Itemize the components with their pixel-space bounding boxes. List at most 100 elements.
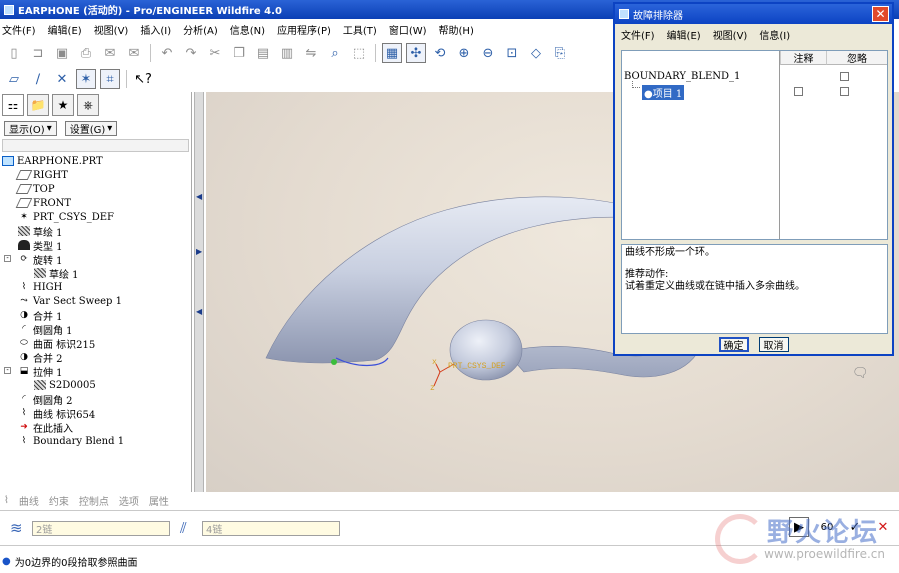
tree-item[interactable]: ⌇ 曲线 标识654 — [0, 406, 190, 421]
connections-tab-icon[interactable]: ⎈ — [77, 94, 99, 116]
ignore-checkbox-parent[interactable] — [840, 72, 849, 81]
zoom-in-icon[interactable]: ⊕ — [454, 43, 474, 63]
refit-icon[interactable]: ⊡ — [502, 43, 522, 63]
datum-csys-tool-icon[interactable]: ✶ — [76, 69, 96, 89]
menu-file[interactable]: 文件(F) — [2, 22, 36, 37]
revolve-icon: ⟳ — [20, 254, 28, 264]
tree-item[interactable]: ⬭ 曲面 标识215 — [0, 336, 190, 351]
tree-item[interactable]: S2D0005 — [0, 378, 190, 392]
panel-splitter[interactable]: ◀ ▶ ◀ — [194, 92, 204, 492]
orient-icon[interactable]: ⟲ — [430, 43, 450, 63]
first-direction-icon: ≋ — [10, 519, 23, 537]
ignore-checkbox-child[interactable] — [840, 87, 849, 96]
new-file-icon[interactable]: ▯ — [4, 43, 24, 63]
dialog-app-icon — [619, 9, 629, 19]
tree-item[interactable]: 草绘 1 — [0, 266, 190, 281]
menu-edit[interactable]: 编辑(E) — [48, 22, 82, 37]
close-icon[interactable]: ✕ — [872, 6, 889, 22]
send-link-icon[interactable]: ✉ — [124, 43, 144, 63]
datum-axis-tool-icon[interactable]: ∕ — [28, 69, 48, 89]
dialog-menu-file[interactable]: 文件(F) — [621, 27, 655, 42]
tree-item[interactable]: 类型 1 — [0, 238, 190, 253]
dash-tab-control-points[interactable]: 控制点 — [79, 493, 109, 508]
saved-views-icon[interactable]: ⎘ — [550, 43, 570, 63]
list-item-child[interactable]: ●项目 1 — [642, 85, 685, 100]
tree-item-label: 倒圆角 1 — [33, 325, 73, 337]
find-icon[interactable]: ⌕ — [325, 43, 345, 63]
tree-item[interactable]: - ⟳ 旋转 1 — [0, 252, 190, 267]
expand-right-icon[interactable]: ▶ — [196, 247, 202, 256]
note-checkbox-child[interactable] — [794, 87, 803, 96]
datum-point-tool-icon[interactable]: ✕ — [52, 69, 72, 89]
collapse-left-icon[interactable]: ◀ — [196, 307, 202, 316]
paste-icon[interactable]: ▤ — [253, 43, 273, 63]
menu-applications[interactable]: 应用程序(P) — [277, 22, 331, 37]
tree-item[interactable]: FRONT — [0, 196, 190, 210]
tree-item[interactable]: ✶ PRT_CSYS_DEF — [0, 210, 190, 224]
expand-toggle-icon[interactable]: - — [4, 367, 11, 374]
troubleshooter-dialog: 故障排除器 ✕ 文件(F) 编辑(E) 视图(V) 信息(I) 注释 忽略 BO… — [613, 2, 894, 356]
favorites-tab-icon[interactable]: ★ — [52, 94, 74, 116]
collapse-left-icon[interactable]: ◀ — [196, 192, 202, 201]
copy-icon[interactable]: ❐ — [229, 43, 249, 63]
settings-dropdown[interactable]: 设置(G) ▾ — [64, 121, 118, 136]
view-normal-icon[interactable]: ◇ — [526, 43, 546, 63]
solid-icon — [18, 240, 30, 250]
cut-icon[interactable]: ✂ — [205, 43, 225, 63]
first-direction-collector[interactable]: 2链 — [32, 521, 170, 536]
dash-tab-curves[interactable]: 曲线 — [19, 493, 39, 508]
dialog-menu-info[interactable]: 信息(I) — [759, 27, 790, 42]
paste-special-icon[interactable]: ▥ — [277, 43, 297, 63]
datum-plane-tool-icon[interactable]: ▱ — [4, 69, 24, 89]
datum-display-icon[interactable]: ▦ — [382, 43, 402, 63]
menu-insert[interactable]: 插入(I) — [140, 22, 171, 37]
redo-icon[interactable]: ↷ — [181, 43, 201, 63]
menu-info[interactable]: 信息(N) — [230, 22, 265, 37]
ok-button[interactable]: 确定 — [718, 337, 749, 352]
zoom-out-icon[interactable]: ⊖ — [478, 43, 498, 63]
tree-item[interactable]: ⌇ HIGH — [0, 280, 190, 294]
model-tree-tab-icon[interactable]: ⚏ — [2, 94, 24, 116]
open-file-icon[interactable]: ⊐ — [28, 43, 48, 63]
tree-item[interactable]: RIGHT — [0, 168, 190, 182]
tree-item[interactable]: EARPHONE.PRT — [0, 154, 190, 168]
tree-item[interactable]: ◑ 合并 2 — [0, 350, 190, 365]
tree-item[interactable]: ⌇ Boundary Blend 1 — [0, 434, 190, 448]
expand-toggle-icon[interactable]: - — [4, 255, 11, 262]
save-icon[interactable]: ▣ — [52, 43, 72, 63]
menu-analysis[interactable]: 分析(A) — [183, 22, 218, 37]
selection-box-icon[interactable]: ⬚ — [349, 43, 369, 63]
menu-help[interactable]: 帮助(H) — [439, 22, 474, 37]
second-direction-collector[interactable]: 4链 — [202, 521, 340, 536]
tree-item[interactable]: ◑ 合并 1 — [0, 308, 190, 323]
menu-window[interactable]: 窗口(W) — [389, 22, 427, 37]
context-help-icon[interactable]: ↖? — [133, 69, 153, 89]
tree-item[interactable]: TOP — [0, 182, 190, 196]
datum-sketch-tool-icon[interactable]: ⌗ — [100, 69, 120, 89]
cancel-button[interactable]: 取消 — [758, 337, 789, 352]
print-icon[interactable]: ⎙ — [76, 43, 96, 63]
spin-center-icon[interactable]: ✣ — [406, 43, 426, 63]
tree-item[interactable]: - ⬓ 拉伸 1 — [0, 364, 190, 379]
folder-browser-tab-icon[interactable]: 📁 — [27, 94, 49, 116]
tree-item[interactable]: ⤳ Var Sect Sweep 1 — [0, 294, 190, 308]
tree-item[interactable]: ◜ 倒圆角 2 — [0, 392, 190, 407]
undo-icon[interactable]: ↶ — [157, 43, 177, 63]
dash-tab-options[interactable]: 选项 — [119, 493, 139, 508]
dialog-menu-edit[interactable]: 编辑(E) — [667, 27, 701, 42]
menu-tools[interactable]: 工具(T) — [343, 22, 377, 37]
tree-item[interactable]: ◜ 倒圆角 1 — [0, 322, 190, 337]
tree-item[interactable]: 草绘 1 — [0, 224, 190, 239]
dialog-menu-view[interactable]: 视图(V) — [713, 27, 748, 42]
csys-label: PRT_CSYS_DEF — [448, 362, 506, 371]
note-icon[interactable]: 🗨 — [852, 366, 869, 381]
dash-tab-constraints[interactable]: 约束 — [49, 493, 69, 508]
show-dropdown[interactable]: 显示(O) ▾ — [4, 121, 57, 136]
send-mail-icon[interactable]: ✉ — [100, 43, 120, 63]
list-item-parent[interactable]: BOUNDARY_BLEND_1 — [624, 71, 740, 82]
regenerate-icon[interactable]: ⇋ — [301, 43, 321, 63]
dash-tab-properties[interactable]: 属性 — [149, 493, 169, 508]
menu-view[interactable]: 视图(V) — [94, 22, 129, 37]
tree-item-label: 草绘 1 — [49, 269, 79, 281]
tree-item[interactable]: ➜ 在此插入 — [0, 420, 190, 435]
